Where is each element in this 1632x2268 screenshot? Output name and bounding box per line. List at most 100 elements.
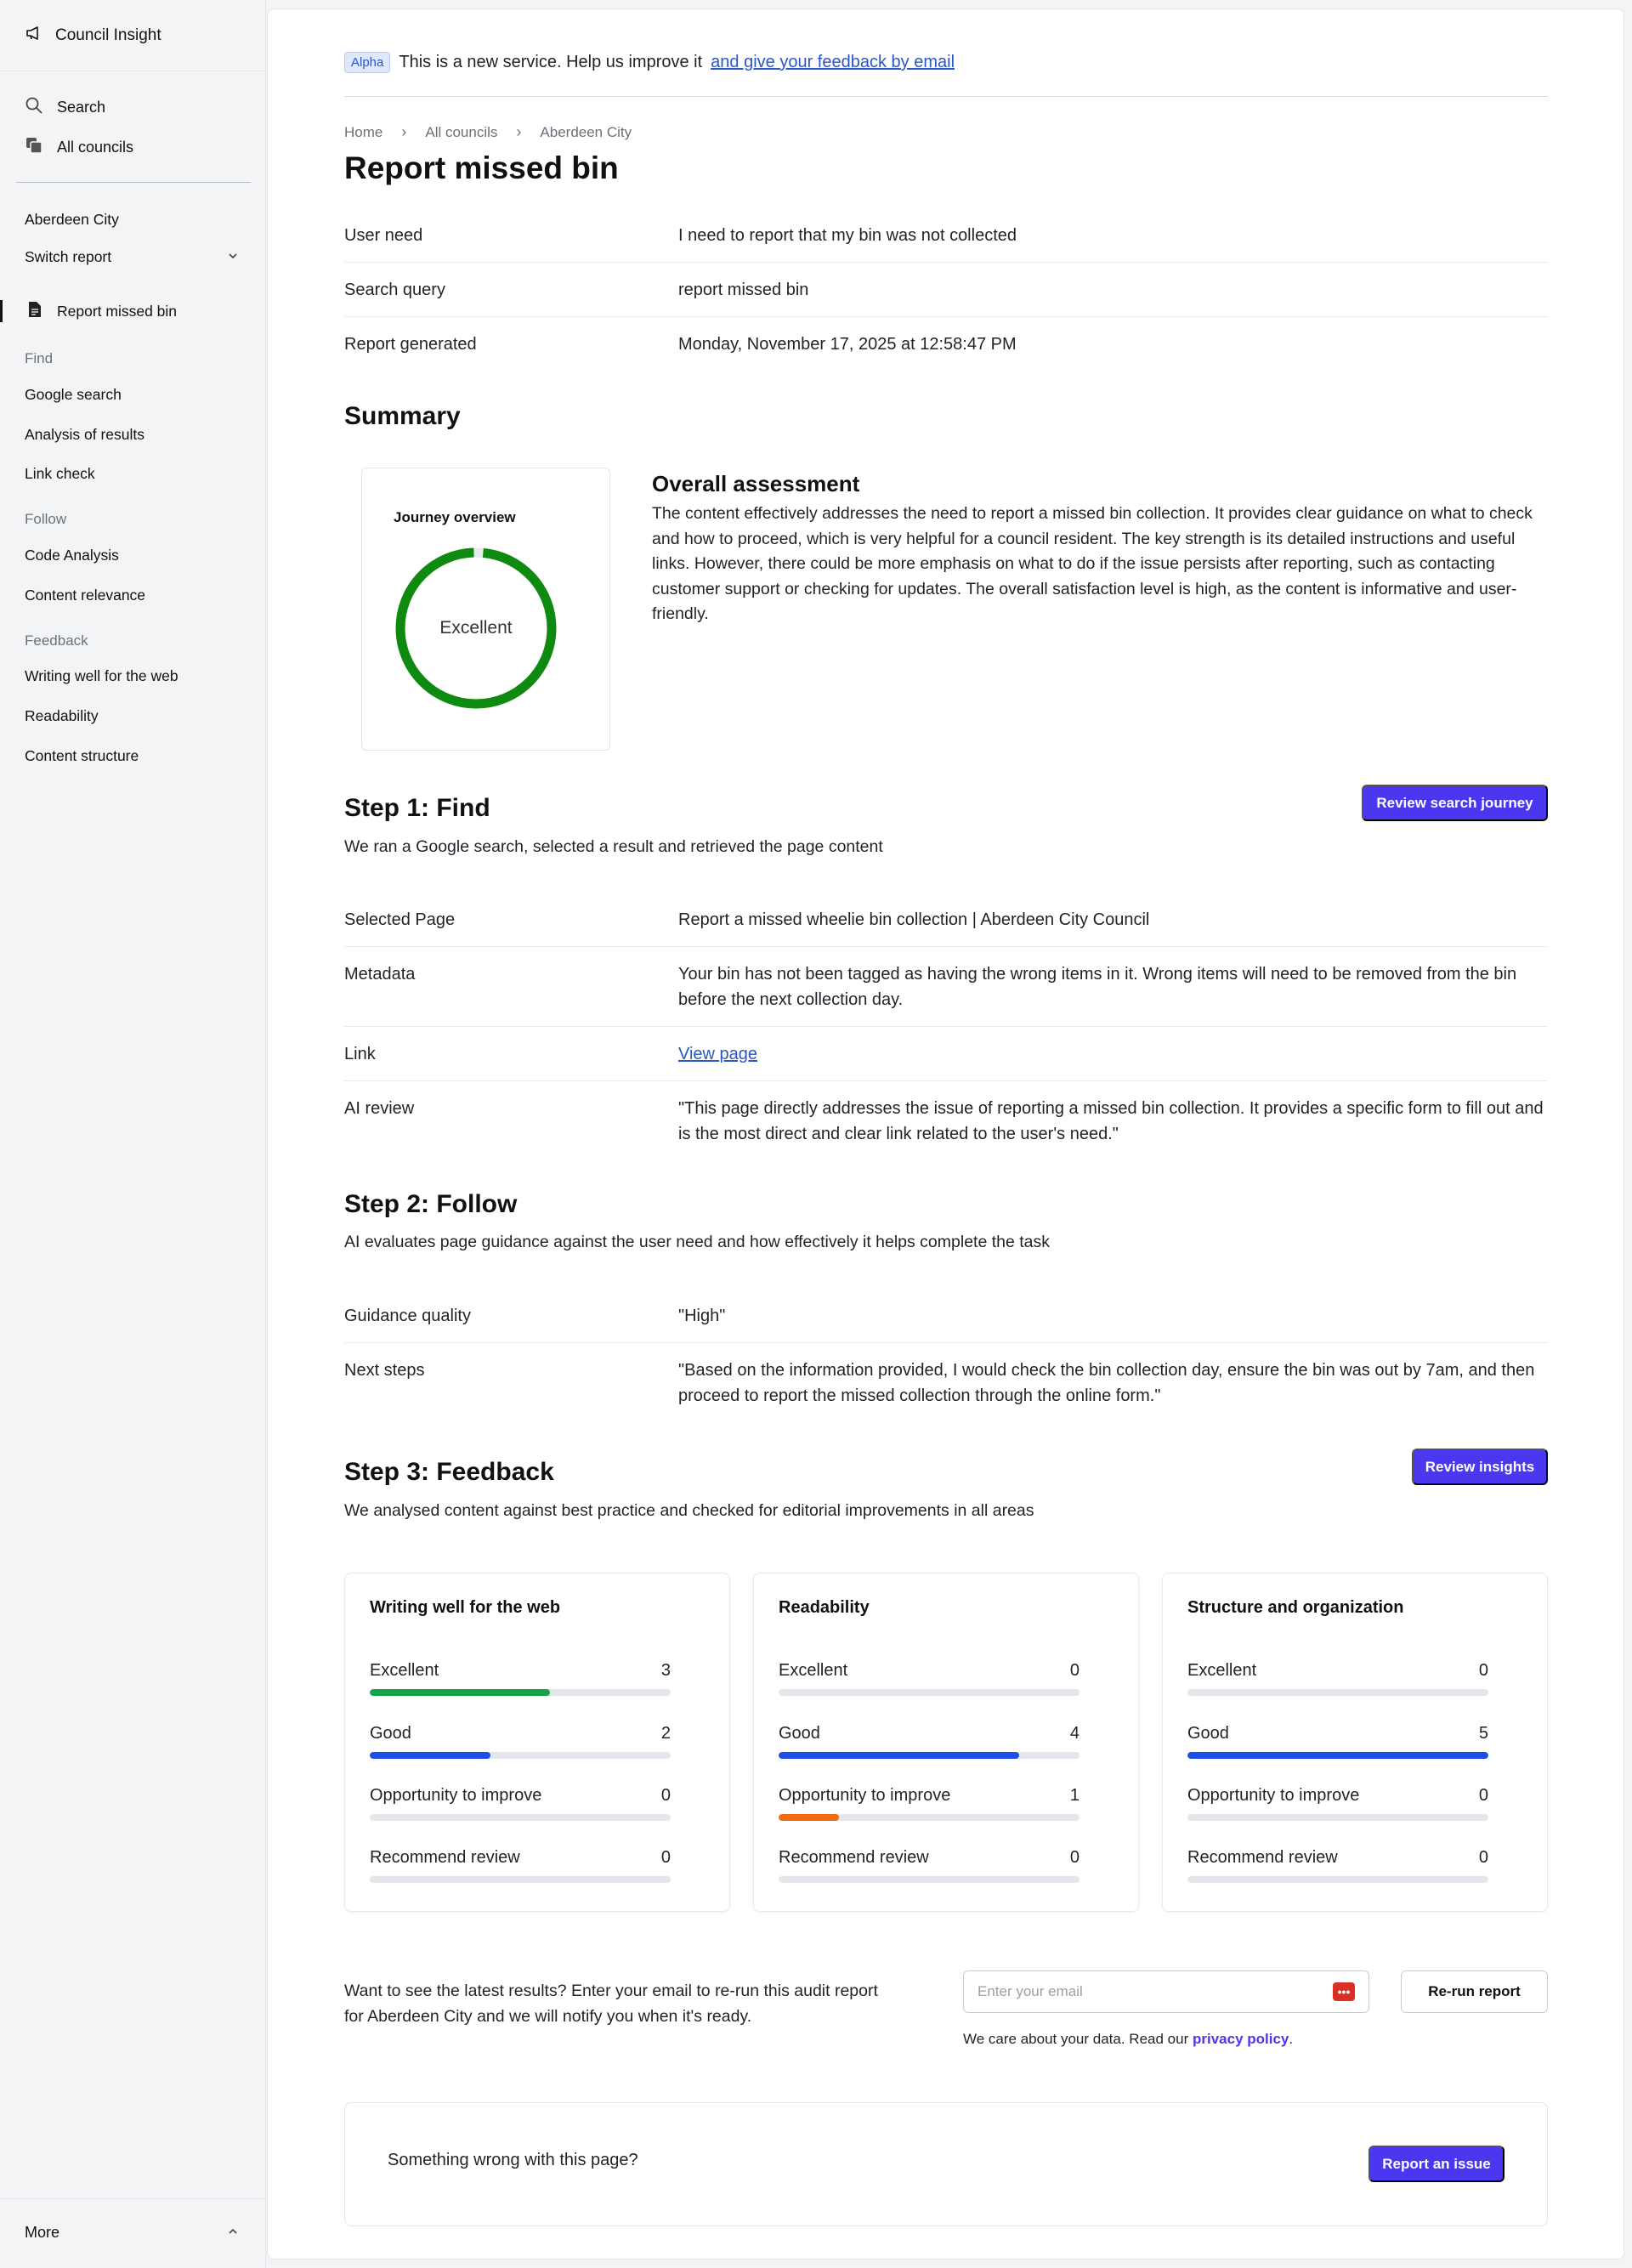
sidebar-item-label: Report missed bin [57,302,178,320]
sidebar-item-search[interactable]: Search [25,95,105,119]
more-toggle[interactable]: More [25,2220,239,2244]
rerun-description: Want to see the latest results? Enter yo… [344,1982,878,2026]
page-title: Report missed bin [344,150,619,185]
sidebar-footer-divider [0,2198,266,2199]
report-issue-card: Something wrong with this page? Report a… [344,2102,1548,2226]
step1-heading: Step 1: Find [344,794,490,822]
step3-heading: Step 3: Feedback [344,1458,554,1486]
copy-icon [25,136,43,159]
metric-bar-fill [779,1752,1020,1759]
more-label: More [25,2223,60,2241]
active-indicator [0,300,3,322]
sidebar-item-label: Search [57,98,106,116]
metric-bar-track [370,1689,671,1696]
journey-rating: Excellent [439,618,513,638]
metric-bar-track [370,1814,671,1821]
detail-value: "High" [678,1307,726,1325]
review-search-journey-button[interactable]: Review search journey [1362,785,1548,821]
detail-key: Guidance quality [344,1307,471,1325]
sidebar-item-link-check[interactable]: Link check [25,462,95,485]
detail-key: Metadata [344,965,416,984]
report-issue-button[interactable]: Report an issue [1368,2146,1504,2182]
detail-key: User need [344,226,423,245]
metric-row: Opportunity to improve 0 [1187,1786,1488,1806]
metric-item: Excellent 0 [779,1661,1080,1696]
search-icon [25,96,43,119]
metric-label: Recommend review [370,1848,520,1867]
report-issue-text: Something wrong with this page? [388,2151,638,2169]
sidebar-item-all-councils[interactable]: All councils [25,135,133,159]
metric-bar-track [1187,1689,1488,1696]
detail-value: "This page directly addresses the issue … [678,1099,1544,1143]
privacy-policy-link[interactable]: privacy policy [1193,2031,1289,2047]
view-page-link[interactable]: View page [678,1045,757,1063]
switch-report-toggle[interactable]: Switch report [25,245,239,269]
metric-count: 0 [1478,1848,1488,1867]
metric-count: 1 [1069,1786,1080,1805]
report-details: User need I need to report that my bin w… [344,208,1548,371]
breadcrumb-home[interactable]: Home [344,124,382,141]
metric-bar-track [1187,1752,1488,1759]
privacy-note: We care about your data. Read our privac… [963,2031,1293,2048]
detail-value: Report a missed wheelie bin collection |… [678,910,1150,929]
metric-count: 0 [660,1786,671,1805]
chevron-right-icon: › [516,123,522,140]
metric-row: Good 5 [1187,1724,1488,1744]
sidebar-item-google-search[interactable]: Google search [25,383,122,405]
sidebar-group-feedback: Feedback [25,632,88,649]
metric-bar-track [370,1876,671,1883]
sidebar-group-find: Find [25,350,54,366]
password-manager-icon[interactable]: ••• [1333,1982,1355,2001]
metric-label: Opportunity to improve [370,1786,542,1805]
detail-value: "Based on the information provided, I wo… [678,1361,1535,1405]
email-field-wrapper: ••• [963,1970,1369,2013]
metric-count: 0 [1069,1848,1080,1867]
metric-count: 5 [1478,1724,1488,1743]
metric-label: Excellent [370,1661,439,1680]
step2-heading: Step 2: Follow [344,1190,518,1218]
review-insights-button[interactable]: Review insights [1412,1449,1548,1485]
brand[interactable]: Council Insight [25,24,162,48]
sidebar-item-content-structure[interactable]: Content structure [25,745,139,767]
metric-item: Recommend review 0 [1187,1848,1488,1883]
metric-item: Excellent 3 [370,1661,671,1696]
sidebar-divider [16,182,251,183]
sidebar-item-readability[interactable]: Readability [25,705,99,727]
step2-details: Guidance quality "High" Next steps "Base… [344,1289,1548,1422]
brand-name: Council Insight [55,26,162,44]
metric-count: 0 [660,1848,671,1867]
metric-label: Excellent [1187,1661,1257,1680]
email-field[interactable] [978,1983,1333,2000]
sidebar-item-analysis-of-results[interactable]: Analysis of results [25,423,144,445]
metric-row: Opportunity to improve 0 [370,1786,671,1806]
detail-row: Report generated Monday, November 17, 20… [344,317,1548,371]
privacy-text: We care about your data. Read our [963,2031,1189,2047]
sidebar-item-content-relevance[interactable]: Content relevance [25,584,145,606]
metric-label: Opportunity to improve [779,1786,951,1805]
metric-count: 0 [1478,1661,1488,1680]
sidebar-council[interactable]: Aberdeen City [25,208,119,230]
metric-bar-track [779,1876,1080,1883]
metric-label: Opportunity to improve [1187,1786,1360,1805]
breadcrumb-all-councils[interactable]: All councils [425,124,497,141]
feedback-card-title: Readability [779,1598,870,1617]
metric-bar-track [779,1752,1080,1759]
metric-item: Good 2 [370,1724,671,1759]
sidebar-item-writing-well[interactable]: Writing well for the web [25,665,178,687]
rerun-report-button[interactable]: Re-run report [1401,1970,1548,2013]
metric-item: Good 4 [779,1724,1080,1759]
sidebar-item-report-missed-bin[interactable]: Report missed bin [0,298,266,325]
metric-item: Opportunity to improve 1 [779,1786,1080,1821]
metric-row: Excellent 0 [1187,1661,1488,1681]
feedback-email-link[interactable]: and give your feedback by email [711,53,955,72]
sidebar-item-code-analysis[interactable]: Code Analysis [25,544,119,566]
metric-item: Excellent 0 [1187,1661,1488,1696]
alpha-badge: Alpha [344,52,391,73]
metric-bar-track [779,1814,1080,1821]
journey-overview-card: Journey overview Excellent [361,468,610,751]
detail-key: Selected Page [344,910,456,929]
chevron-right-icon: › [401,123,407,140]
metric-label: Good [779,1724,820,1743]
metric-label: Good [1187,1724,1229,1743]
detail-row: Metadata Your bin has not been tagged as… [344,947,1548,1027]
